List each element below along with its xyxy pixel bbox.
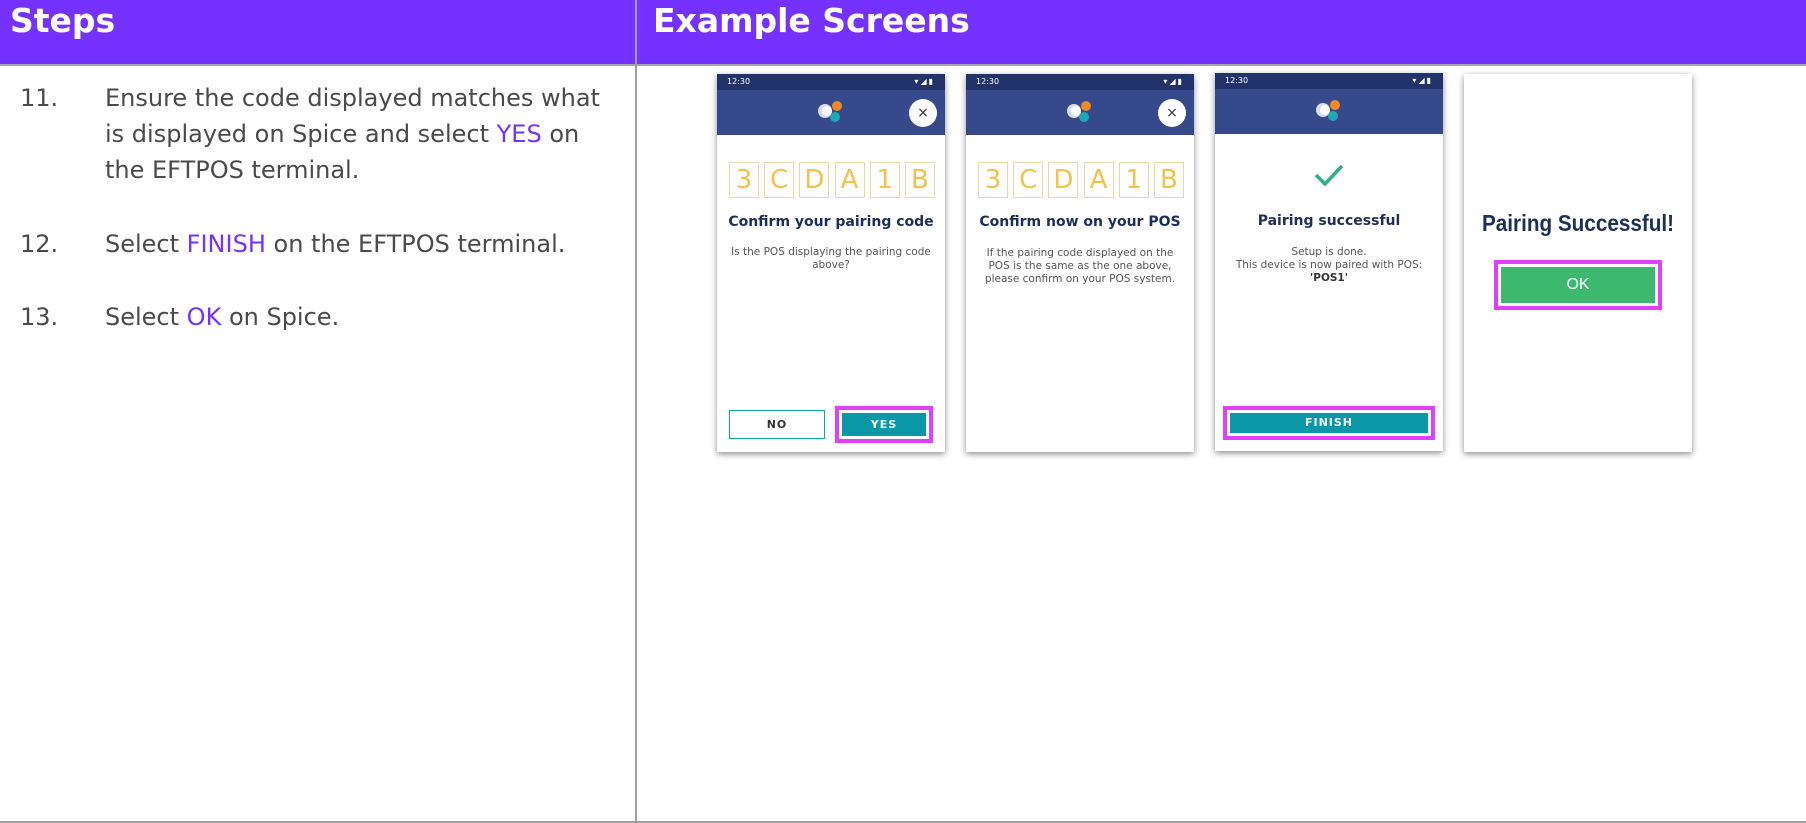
- pairing-code: 3 C D A 1 B: [978, 162, 1184, 198]
- screen-body: Setup is done. This device is now paired…: [1227, 246, 1431, 285]
- code-digit: A: [834, 162, 865, 198]
- status-bar: 12:30 ▾◢▮: [717, 74, 945, 90]
- code-digit: D: [799, 162, 830, 198]
- step-highlight: YES: [496, 120, 542, 148]
- screen-body: If the pairing code displayed on the POS…: [984, 247, 1176, 285]
- app-logo-icon: [1067, 101, 1091, 122]
- body-line: This device is now paired with POS:: [1235, 259, 1423, 271]
- screen-title: Pairing successful: [1257, 213, 1401, 229]
- pairing-code: 3 C D A 1 B: [729, 162, 935, 198]
- screen-title: Confirm your pairing code: [728, 214, 934, 230]
- header-divider: [0, 64, 1806, 66]
- status-icons: ▾◢▮: [1412, 76, 1433, 85]
- code-digit: C: [764, 162, 795, 198]
- example-screens-header: Example Screens: [637, 0, 1806, 64]
- code-digit: 1: [869, 162, 900, 198]
- code-digit: B: [904, 162, 935, 198]
- code-digit: A: [1083, 162, 1114, 198]
- code-digit: 3: [729, 162, 759, 198]
- step-text-after: on the EFTPOS terminal.: [265, 230, 566, 258]
- screen-spice-pairing-successful: Pairing Successful! OK: [1464, 74, 1692, 452]
- close-button[interactable]: ×: [1158, 99, 1186, 127]
- status-time: 12:30: [1225, 76, 1249, 85]
- finish-highlight-frame: FINISH: [1223, 406, 1435, 440]
- code-digit: 3: [978, 162, 1008, 198]
- app-bar: ×: [966, 90, 1194, 135]
- screen-title: Confirm now on your POS: [979, 214, 1181, 230]
- code-digit: C: [1013, 162, 1044, 198]
- step-text-before: Select: [105, 303, 187, 331]
- code-digit: B: [1153, 162, 1184, 198]
- status-bar: 12:30 ▾◢▮: [1215, 73, 1443, 89]
- no-button[interactable]: NO: [729, 410, 825, 439]
- pos-name: 'POS1': [1227, 272, 1431, 285]
- app-bar: ×: [717, 90, 945, 135]
- finish-button[interactable]: FINISH: [1230, 413, 1428, 433]
- step-number: 13.: [20, 303, 59, 331]
- ok-button[interactable]: OK: [1501, 267, 1655, 303]
- step-text-after: on Spice.: [221, 303, 340, 331]
- step-text-before: Select: [105, 230, 187, 258]
- yes-button[interactable]: YES: [842, 413, 926, 436]
- yes-highlight-frame: YES: [835, 406, 933, 443]
- screen-pairing-successful: 12:30 ▾◢▮ Pairing successful Setup is do…: [1215, 73, 1443, 451]
- close-button[interactable]: ×: [909, 99, 937, 127]
- steps-header: Steps: [0, 0, 635, 64]
- column-divider: [635, 0, 637, 823]
- status-icons: ▾◢▮: [914, 77, 935, 86]
- body-line: Setup is done.: [1291, 246, 1367, 258]
- screen-confirm-on-pos: 12:30 ▾◢▮ × 3 C D A 1 B Confirm now on y…: [966, 74, 1194, 452]
- step-highlight: OK: [186, 303, 222, 331]
- step-text: Ensure the code displayed matches what i…: [105, 80, 625, 188]
- step-highlight: FINISH: [186, 230, 266, 258]
- screen-title: Pairing Successful!: [1481, 210, 1675, 236]
- code-digit: 1: [1118, 162, 1149, 198]
- screen-confirm-pairing-code: 12:30 ▾◢▮ × 3 C D A 1 B Confirm your pai…: [717, 74, 945, 452]
- screen-body: Is the POS displaying the pairing code a…: [731, 246, 931, 271]
- status-time: 12:30: [976, 77, 1000, 86]
- checkmark-icon: [1314, 164, 1344, 187]
- pos-name-value: 'POS1': [1310, 272, 1348, 284]
- status-icons: ▾◢▮: [1163, 77, 1184, 86]
- step-text: Select OK on Spice.: [105, 299, 625, 335]
- ok-highlight-frame: OK: [1494, 260, 1662, 310]
- status-bar: 12:30 ▾◢▮: [966, 74, 1194, 90]
- code-digit: D: [1048, 162, 1079, 198]
- status-time: 12:30: [727, 77, 751, 86]
- app-logo-icon: [1316, 100, 1340, 121]
- app-logo-icon: [818, 101, 842, 122]
- step-text: Select FINISH on the EFTPOS terminal.: [105, 226, 625, 262]
- step-number: 12.: [20, 230, 59, 258]
- app-bar: [1215, 89, 1443, 134]
- step-number: 11.: [20, 84, 59, 112]
